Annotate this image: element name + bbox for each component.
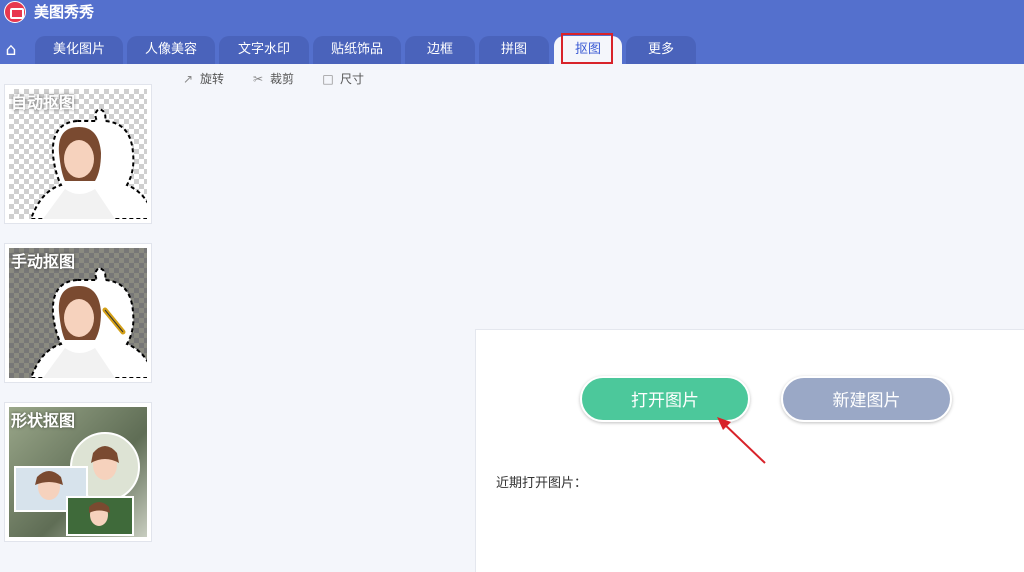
size-label: 尺寸 xyxy=(340,72,365,86)
home-icon[interactable]: ⌂ xyxy=(0,36,22,64)
app-logo-icon xyxy=(4,1,26,23)
size-tool[interactable]: □ 尺寸 xyxy=(320,70,364,88)
manual-cutout-card[interactable]: 手动抠图 xyxy=(4,243,152,383)
annotation-arrow-icon xyxy=(717,417,766,464)
edit-toolbar: ↗ 旋转 ✂ 裁剪 □ 尺寸 xyxy=(168,64,1024,94)
tab-stickers[interactable]: 贴纸饰品 xyxy=(313,36,401,64)
resize-icon: □ xyxy=(322,72,334,86)
tab-portrait[interactable]: 人像美容 xyxy=(127,36,215,64)
auto-cutout-card[interactable]: 自动抠图 xyxy=(4,84,152,224)
tab-text-watermark[interactable]: 文字水印 xyxy=(219,36,309,64)
scissors-icon: ✂ xyxy=(252,72,264,86)
tab-frames[interactable]: 边框 xyxy=(405,36,475,64)
crop-tool[interactable]: ✂ 裁剪 xyxy=(250,70,294,88)
tab-collage[interactable]: 拼图 xyxy=(479,36,549,64)
cutout-sidebar: 自动抠图 手动抠图 形状抠图 xyxy=(0,64,168,572)
tab-beautify[interactable]: 美化图片 xyxy=(35,36,123,64)
title-bar: 美图秀秀 ⌂ 美化图片 人像美容 文字水印 贴纸饰品 边框 拼图 抠图 更多 xyxy=(0,0,1024,64)
recent-images-label: 近期打开图片： xyxy=(496,476,588,491)
shape-cutout-card[interactable]: 形状抠图 xyxy=(4,402,152,542)
app-title: 美图秀秀 xyxy=(34,3,95,21)
manual-cutout-label: 手动抠图 xyxy=(11,252,76,271)
new-image-button[interactable]: 新建图片 xyxy=(781,376,952,422)
tab-more[interactable]: 更多 xyxy=(626,36,696,64)
rotate-icon: ↗ xyxy=(182,72,194,86)
crop-label: 裁剪 xyxy=(270,72,295,86)
rotate-tool[interactable]: ↗ 旋转 xyxy=(180,70,224,88)
rotate-label: 旋转 xyxy=(200,72,225,86)
tab-cutout[interactable]: 抠图 xyxy=(554,36,622,64)
auto-cutout-label: 自动抠图 xyxy=(11,93,76,112)
shape-cutout-label: 形状抠图 xyxy=(11,411,76,430)
